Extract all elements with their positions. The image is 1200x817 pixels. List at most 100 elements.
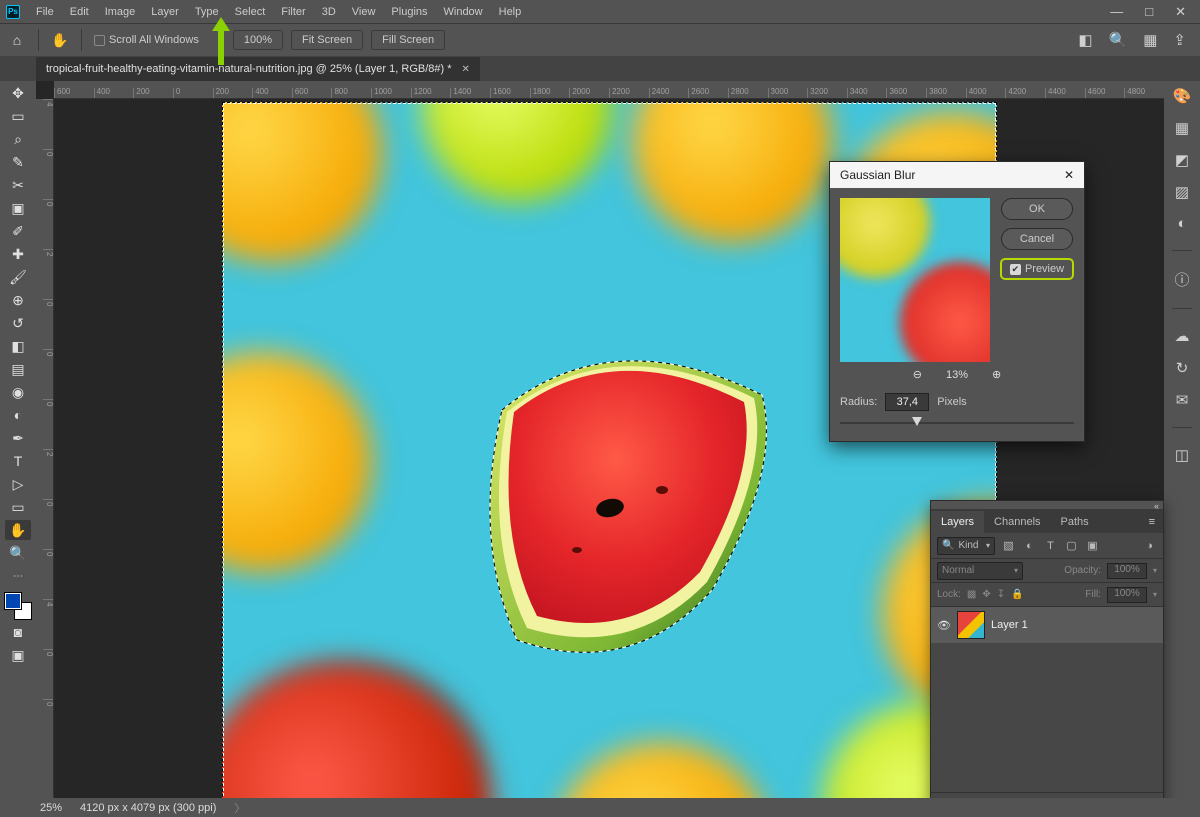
- tab-layers[interactable]: Layers: [931, 511, 984, 533]
- filter-shape-icon[interactable]: ▢: [1064, 538, 1079, 553]
- layers-panel[interactable]: « Layers Channels Paths ≡ 🔍Kind ▧ ◐ T ▢ …: [930, 500, 1164, 817]
- home-icon[interactable]: ⌂: [8, 31, 26, 49]
- filter-pixel-icon[interactable]: ▧: [1001, 538, 1016, 553]
- dialog-close-icon[interactable]: ✕: [1064, 168, 1074, 182]
- window-close-icon[interactable]: ✕: [1175, 4, 1186, 20]
- window-minimize-icon[interactable]: —: [1110, 4, 1123, 20]
- panel-menu-icon[interactable]: ≡: [1141, 511, 1163, 533]
- filter-type-icon[interactable]: T: [1043, 538, 1058, 553]
- type-tool-icon[interactable]: T: [5, 451, 31, 471]
- panel-collapse-icon[interactable]: «: [1154, 501, 1159, 509]
- layers-panel-icon[interactable]: ◫: [1175, 446, 1189, 464]
- blur-tool-icon[interactable]: ◉: [5, 382, 31, 402]
- close-tab-icon[interactable]: ✕: [462, 64, 470, 75]
- quick-select-tool-icon[interactable]: ✎: [5, 152, 31, 172]
- filter-adjust-icon[interactable]: ◐: [1022, 538, 1037, 553]
- menu-plugins[interactable]: Plugins: [383, 3, 435, 21]
- layer-row[interactable]: 👁 Layer 1: [931, 607, 1163, 643]
- hand-tool-icon-palette[interactable]: ✋: [5, 520, 31, 540]
- preview-checkbox[interactable]: ✔ Preview: [1000, 258, 1074, 280]
- menu-help[interactable]: Help: [491, 3, 530, 21]
- cancel-button[interactable]: Cancel: [1001, 228, 1073, 250]
- menu-filter[interactable]: Filter: [273, 3, 313, 21]
- marquee-tool-icon[interactable]: ▭: [5, 106, 31, 126]
- menu-layer[interactable]: Layer: [143, 3, 187, 21]
- tab-channels[interactable]: Channels: [984, 511, 1050, 533]
- fill-field[interactable]: 100%: [1107, 587, 1147, 603]
- history-brush-tool-icon[interactable]: ↺: [5, 313, 31, 333]
- comments-panel-icon[interactable]: ✉: [1176, 391, 1189, 409]
- pen-tool-icon[interactable]: ✒: [5, 428, 31, 448]
- ruler-vertical[interactable]: 4002000200400: [36, 99, 54, 798]
- gradient-tool-icon[interactable]: ▤: [5, 359, 31, 379]
- zoom-out-icon[interactable]: ⊖: [913, 368, 922, 381]
- ok-button[interactable]: OK: [1001, 198, 1073, 220]
- color-swatch[interactable]: [5, 593, 31, 619]
- fill-screen-button[interactable]: Fill Screen: [371, 30, 445, 50]
- healing-tool-icon[interactable]: ✚: [5, 244, 31, 264]
- clone-tool-icon[interactable]: ⊕: [5, 290, 31, 310]
- libraries-panel-icon[interactable]: ☁: [1175, 327, 1190, 345]
- hand-tool-icon[interactable]: ✋: [51, 31, 69, 49]
- dialog-preview[interactable]: [840, 198, 990, 362]
- scroll-all-windows-checkbox[interactable]: Scroll All Windows: [94, 34, 199, 46]
- filter-smart-icon[interactable]: ▣: [1085, 538, 1100, 553]
- screen-mode-icon[interactable]: ▣: [5, 645, 31, 665]
- lock-all-icon[interactable]: 🔒: [1011, 589, 1023, 600]
- gradients-panel-icon[interactable]: ◩: [1175, 151, 1189, 169]
- layer-name[interactable]: Layer 1: [991, 619, 1028, 631]
- zoom-in-icon[interactable]: ⊕: [992, 368, 1001, 381]
- menu-type[interactable]: Type: [187, 3, 227, 21]
- dodge-tool-icon[interactable]: ◐: [5, 405, 31, 425]
- workspace-icon[interactable]: ▦: [1143, 31, 1157, 49]
- eraser-tool-icon[interactable]: ◧: [5, 336, 31, 356]
- menu-view[interactable]: View: [344, 3, 384, 21]
- history-panel-icon[interactable]: ↻: [1176, 359, 1189, 377]
- ruler-horizontal[interactable]: 6004002000200400600800100012001400160018…: [54, 81, 1164, 99]
- window-maximize-icon[interactable]: □: [1145, 4, 1153, 20]
- opacity-field[interactable]: 100%: [1107, 563, 1147, 579]
- brush-tool-icon[interactable]: 🖌: [5, 267, 31, 287]
- radius-slider[interactable]: [840, 415, 1074, 431]
- move-tool-icon[interactable]: ✥: [5, 83, 31, 103]
- lasso-tool-icon[interactable]: ⌕: [5, 129, 31, 149]
- document-tab[interactable]: tropical-fruit-healthy-eating-vitamin-na…: [36, 57, 480, 81]
- status-more-icon[interactable]: 〉: [234, 800, 245, 816]
- search-icon[interactable]: 🔍: [1109, 31, 1128, 49]
- adjustments-panel-icon[interactable]: ◐: [1177, 215, 1186, 232]
- quick-mask-icon[interactable]: ◙: [5, 622, 31, 642]
- visibility-icon[interactable]: 👁: [937, 619, 951, 632]
- properties-panel-icon[interactable]: ⓘ: [1174, 269, 1189, 290]
- crop-tool-icon[interactable]: ✂: [5, 175, 31, 195]
- layer-filter-kind[interactable]: 🔍Kind: [937, 537, 995, 555]
- menu-file[interactable]: File: [28, 3, 62, 21]
- menu-3d[interactable]: 3D: [314, 3, 344, 21]
- layer-thumbnail[interactable]: [957, 611, 985, 639]
- status-dims[interactable]: 4120 px x 4079 px (300 ppi): [80, 802, 216, 814]
- zoom-tool-icon[interactable]: 🔍: [5, 543, 31, 563]
- gaussian-blur-dialog[interactable]: Gaussian Blur ✕ OK Cancel ✔ Preview ⊖ 13…: [829, 161, 1085, 442]
- patterns-panel-icon[interactable]: ▨: [1175, 183, 1189, 201]
- menu-image[interactable]: Image: [97, 3, 144, 21]
- lock-pixels-icon[interactable]: ▩: [967, 589, 976, 600]
- cloud-docs-icon[interactable]: ◧: [1078, 31, 1092, 49]
- path-select-tool-icon[interactable]: ▷: [5, 474, 31, 494]
- shape-tool-icon[interactable]: ▭: [5, 497, 31, 517]
- menu-edit[interactable]: Edit: [62, 3, 97, 21]
- status-zoom[interactable]: 25%: [40, 802, 62, 814]
- lock-artboard-icon[interactable]: ↧: [997, 589, 1005, 600]
- edit-toolbar-icon[interactable]: ⋯: [5, 566, 31, 586]
- swatches-panel-icon[interactable]: ▦: [1175, 119, 1189, 137]
- menu-window[interactable]: Window: [436, 3, 491, 21]
- color-panel-icon[interactable]: 🎨: [1173, 87, 1192, 105]
- menu-select[interactable]: Select: [227, 3, 274, 21]
- frame-tool-icon[interactable]: ▣: [5, 198, 31, 218]
- lock-position-icon[interactable]: ✥: [982, 589, 990, 600]
- zoom-level-field[interactable]: 100%: [233, 30, 283, 50]
- eyedropper-tool-icon[interactable]: ✐: [5, 221, 31, 241]
- filter-toggle-icon[interactable]: ◑: [1142, 538, 1157, 553]
- fit-screen-button[interactable]: Fit Screen: [291, 30, 363, 50]
- tab-paths[interactable]: Paths: [1051, 511, 1099, 533]
- share-icon[interactable]: ⇪: [1173, 31, 1186, 49]
- blend-mode-select[interactable]: Normal: [937, 562, 1023, 580]
